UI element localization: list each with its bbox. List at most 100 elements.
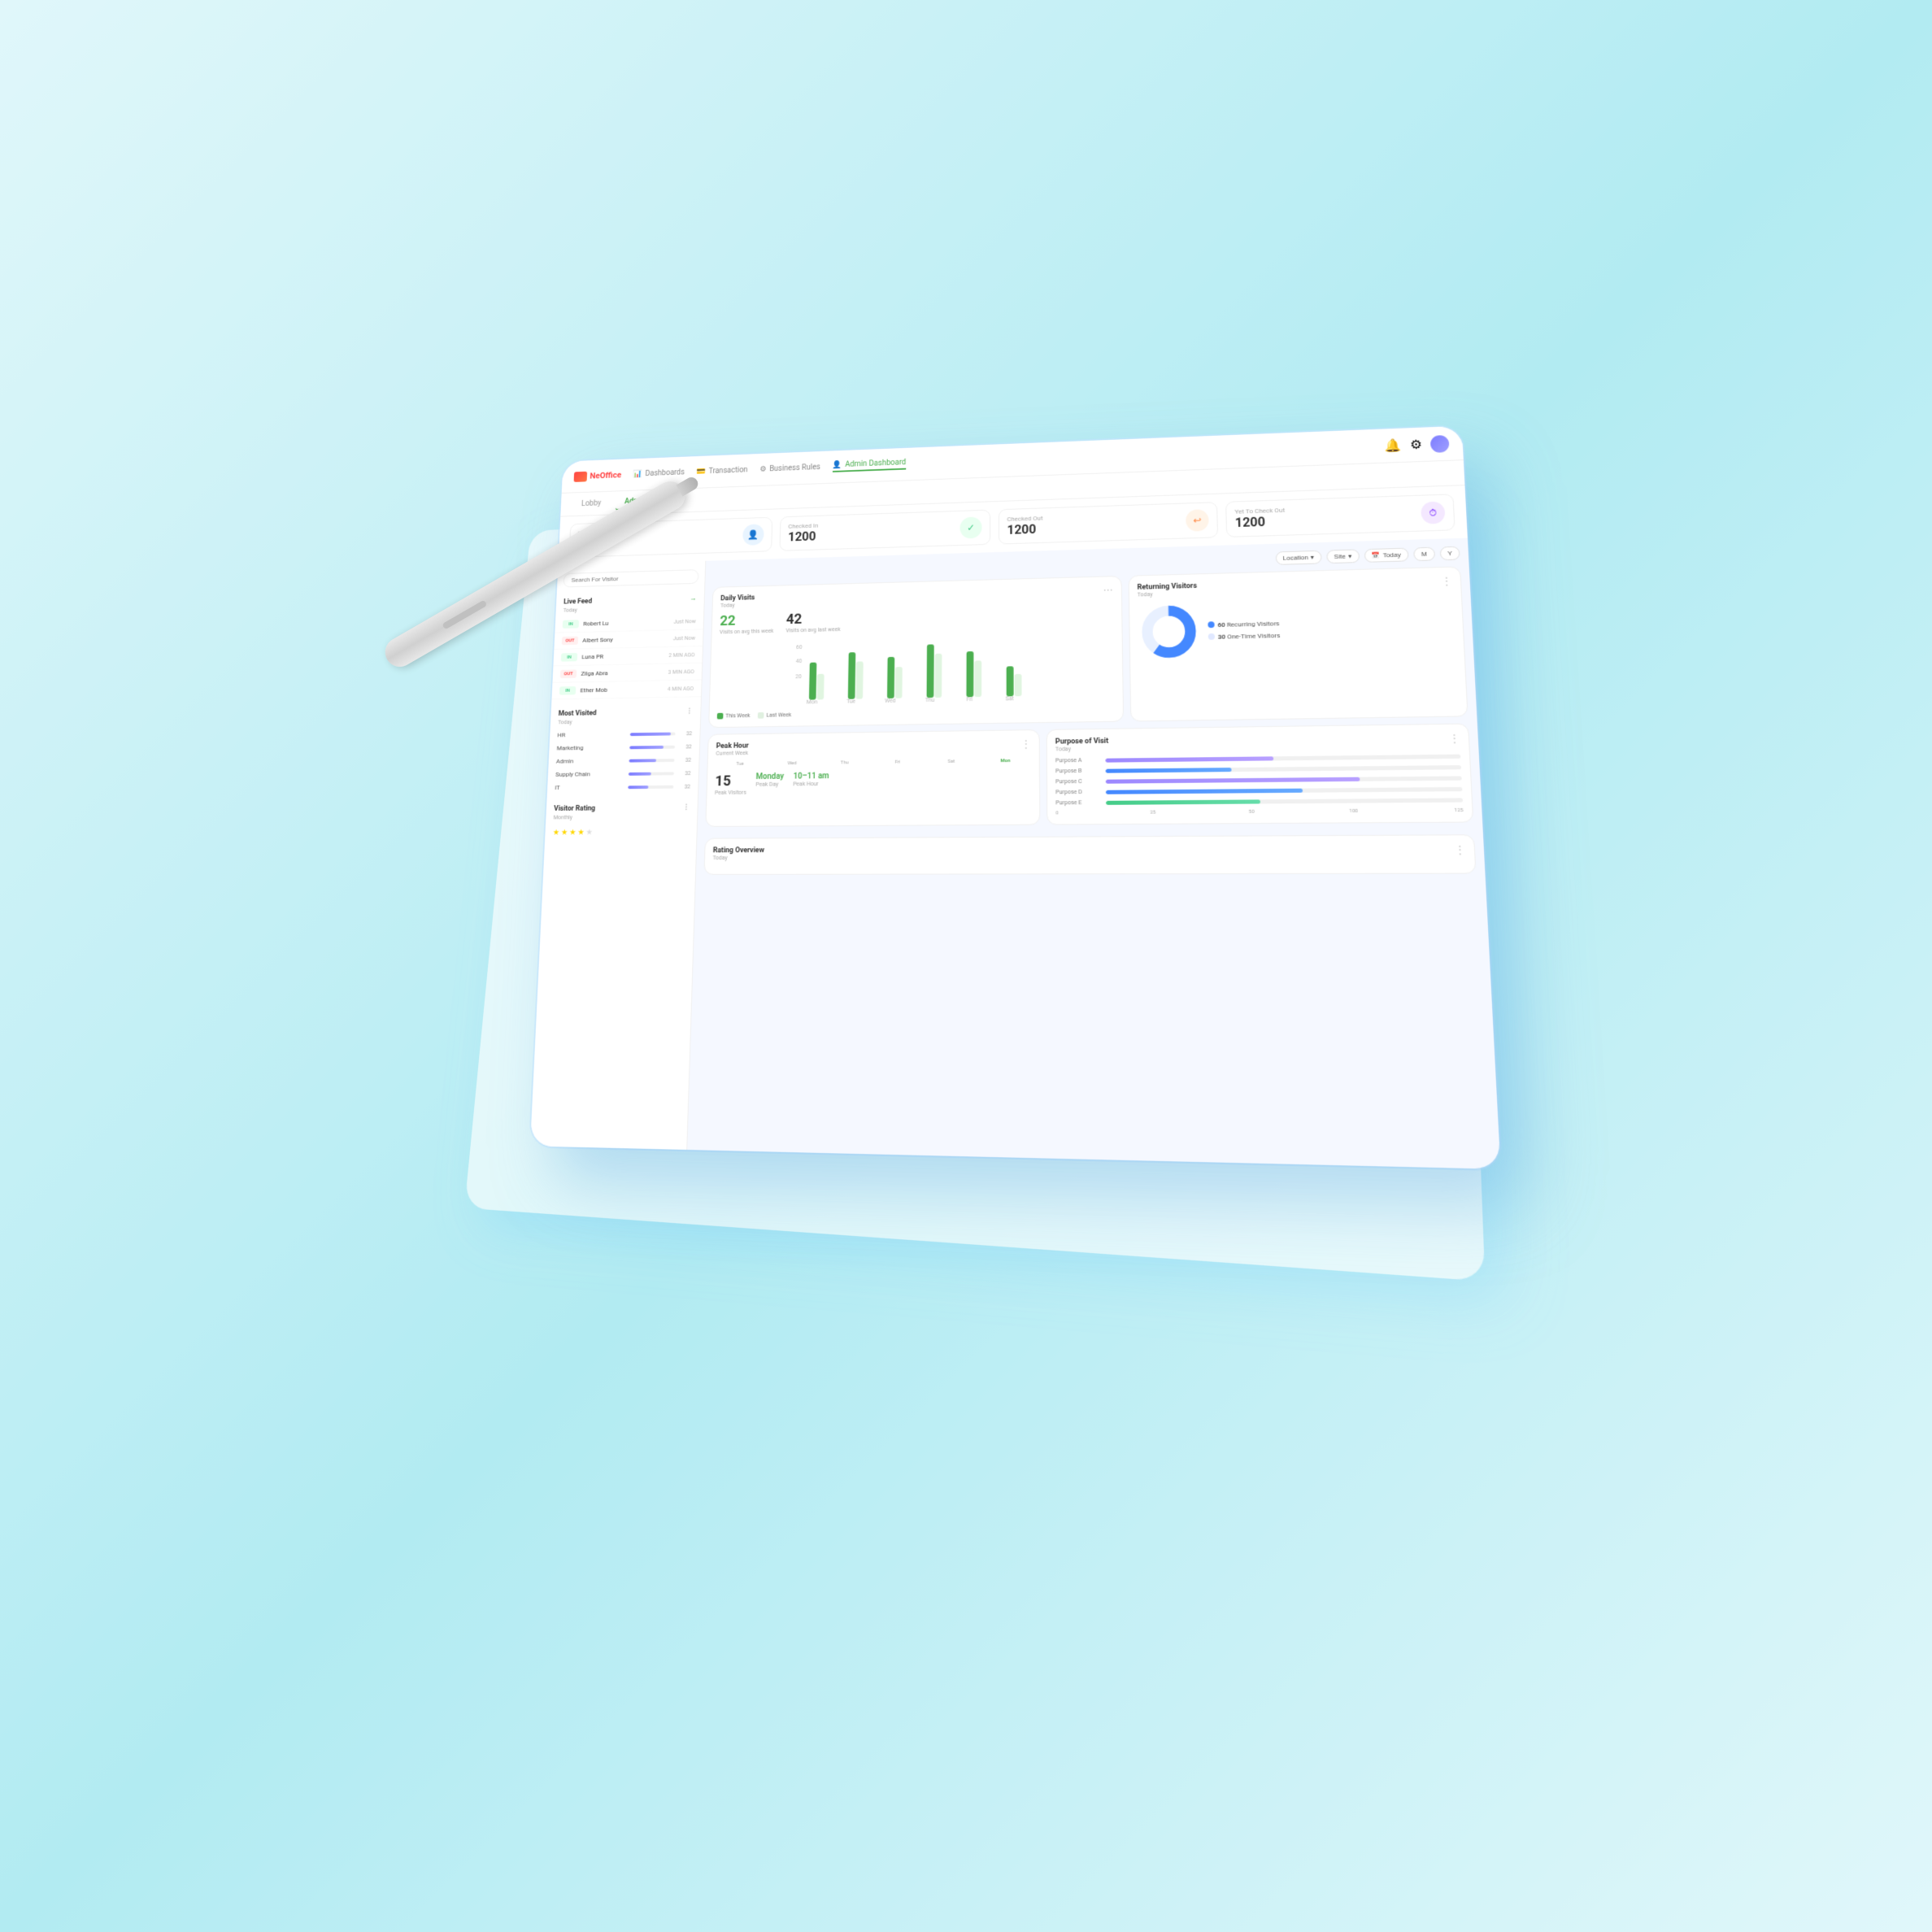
purpose-title: Purpose of Visit [1055, 738, 1108, 746]
peak-hour-label: Peak Hour [793, 781, 829, 787]
logo-icon [574, 471, 588, 481]
feed-time-4: 4 MIN AGO [668, 685, 694, 692]
daily-visits-title: Daily Visits [720, 594, 755, 603]
purpose-sub: Today [1055, 746, 1108, 753]
rating-overview-card: Rating Overview Today ⋮ [703, 834, 1476, 875]
peak-menu[interactable]: ⋮ [1021, 738, 1031, 750]
feed-time-3: 3 MIN AGO [668, 668, 694, 675]
stat-checkedout-icon: ↩ [1186, 509, 1209, 532]
calendar-icon: 📅 [1372, 552, 1381, 559]
gear-icon[interactable]: ⚙ [1410, 437, 1423, 452]
feed-badge-3: OUT [560, 669, 577, 678]
peak-title: Peak Hour [716, 742, 749, 751]
rating-stars-section: ★ ★ ★ ★ ★ [545, 823, 697, 842]
stat-yetcheckout: Yet To Check Out 1200 ⏱ [1225, 494, 1456, 537]
visitor-rating-header: Visitor Rating ⋮ [546, 799, 698, 815]
peak-day-wed: Wed [768, 760, 817, 766]
star-4: ★ [577, 829, 585, 838]
nav-business-rules[interactable]: ⚙ Business Rules [759, 462, 820, 475]
svg-text:Wed: Wed [885, 698, 896, 704]
stat-checkedin: Checked In 1200 ✓ [779, 510, 990, 551]
avg-last-week-label: Visits on avg last week [785, 626, 840, 633]
stat-yetcheckout-value: 1200 [1235, 514, 1286, 530]
rating-overview-menu[interactable]: ⋮ [1455, 844, 1466, 856]
returning-sub: Today [1138, 590, 1198, 598]
chevron-down-icon-2: ▾ [1348, 553, 1352, 560]
feed-badge-0: IN [563, 620, 579, 629]
stat-yetcheckout-icon: ⏱ [1421, 501, 1446, 524]
logo: NeOffice [574, 470, 622, 482]
peak-day-sat: Sat [926, 759, 977, 765]
daily-visits-sub: Today [720, 602, 755, 609]
peak-visitors-label: Peak Visitors [715, 790, 746, 796]
search-input[interactable] [563, 569, 698, 587]
filter-location[interactable]: Location ▾ [1275, 550, 1321, 565]
purpose-b: Purpose B [1055, 764, 1461, 774]
nav-transaction[interactable]: 💳 Transaction [696, 464, 748, 477]
peak-hour-card: Peak Hour Current Week ⋮ Tue Wed Thu Fri… [705, 729, 1040, 827]
stat-today-icon: 👤 [742, 524, 764, 546]
dept-it: IT 32 [547, 780, 698, 794]
user-avatar[interactable] [1430, 434, 1450, 452]
star-1: ★ [553, 829, 560, 838]
peak-day-tue: Tue [716, 761, 764, 767]
svg-text:Sat: Sat [1006, 695, 1014, 702]
peak-stats: 15 Peak Visitors Monday Peak Day 10–11 a… [715, 770, 1031, 796]
svg-text:20: 20 [795, 673, 802, 680]
donut-chart [1138, 601, 1200, 662]
avg-this-week-num: 22 [720, 612, 774, 629]
daily-visits-card: Daily Visits Today ⋯ 22 Visits on avg th… [708, 576, 1124, 728]
legend-onetime: 30 One-Time Visitors [1208, 632, 1280, 641]
rating-overview-title: Rating Overview [713, 846, 764, 855]
stat-checkedin-icon: ✓ [959, 516, 981, 538]
legend-recurring: 60 Recurring Visitors [1208, 620, 1280, 629]
stat-checkedout: Checked Out 1200 ↩ [999, 502, 1218, 544]
filter-view-y[interactable]: Y [1439, 546, 1460, 560]
left-panel: Live Feed → Today IN Robert Lu Just Now … [530, 561, 706, 1150]
filter-site[interactable]: Site ▾ [1326, 549, 1360, 564]
tab-lobby[interactable]: Lobby [572, 496, 610, 511]
returning-menu[interactable]: ⋮ [1441, 576, 1451, 587]
returning-title: Returning Visitors [1137, 582, 1197, 592]
purpose-e: Purpose E [1055, 796, 1463, 806]
nav-admin-dashboard[interactable]: 👤 Admin Dashboard [833, 459, 907, 472]
daily-bar-chart: 60 40 20 [717, 633, 1114, 707]
nav-right: 🔔 ⚙ [1385, 434, 1450, 454]
feed-badge-2: IN [561, 653, 577, 662]
svg-text:Fri: Fri [966, 696, 973, 703]
purpose-d: Purpose D [1055, 785, 1462, 795]
peak-day-label: Peak Day [755, 781, 784, 788]
purpose-menu[interactable]: ⋮ [1449, 733, 1460, 745]
svg-text:Tue: Tue [846, 698, 856, 704]
logo-text: NeOffice [590, 470, 621, 481]
live-feed-arrow[interactable]: → [690, 594, 697, 603]
most-visited-menu[interactable]: ⋮ [685, 708, 693, 716]
avg-last-week-num: 42 [785, 610, 840, 627]
feed-name-4: Ether Mob [580, 685, 663, 694]
feed-badge-1: OUT [562, 637, 578, 646]
bell-icon[interactable]: 🔔 [1385, 437, 1402, 453]
chart-legend: This Week Last Week [717, 707, 1115, 720]
peak-day-mon[interactable]: Mon [980, 758, 1031, 764]
bottom-row: Peak Hour Current Week ⋮ Tue Wed Thu Fri… [705, 724, 1473, 827]
stat-checkedout-value: 1200 [1007, 521, 1043, 537]
feed-time-2: 2 MIN AGO [668, 651, 694, 658]
svg-text:60: 60 [796, 644, 803, 651]
rating-overview-sub: Today [712, 855, 764, 861]
peak-hour-val: 10–11 am [793, 772, 829, 781]
tablet: NeOffice 📊 Dashboards 💳 Transaction ⚙ Bu… [530, 426, 1501, 1169]
content-area: Live Feed → Today IN Robert Lu Just Now … [530, 538, 1501, 1169]
filter-view-m[interactable]: M [1413, 547, 1435, 561]
star-2: ★ [561, 829, 568, 838]
dept-supply: Supply Chain 32 [548, 766, 699, 781]
svg-text:Mon: Mon [807, 698, 818, 705]
visitor-rating-menu[interactable]: ⋮ [683, 804, 690, 812]
peak-day-val: Monday [756, 772, 785, 781]
peak-day-thu: Thu [820, 759, 869, 766]
donut-wrap: 60 Recurring Visitors 30 One-Time Visito… [1138, 594, 1456, 662]
filter-today[interactable]: 📅 Today [1364, 548, 1408, 563]
feed-name-3: Zilga Abra [581, 668, 664, 677]
star-5: ★ [585, 829, 593, 838]
feed-name-0: Robert Lu [583, 618, 669, 627]
daily-visits-menu[interactable]: ⋯ [1103, 585, 1113, 596]
